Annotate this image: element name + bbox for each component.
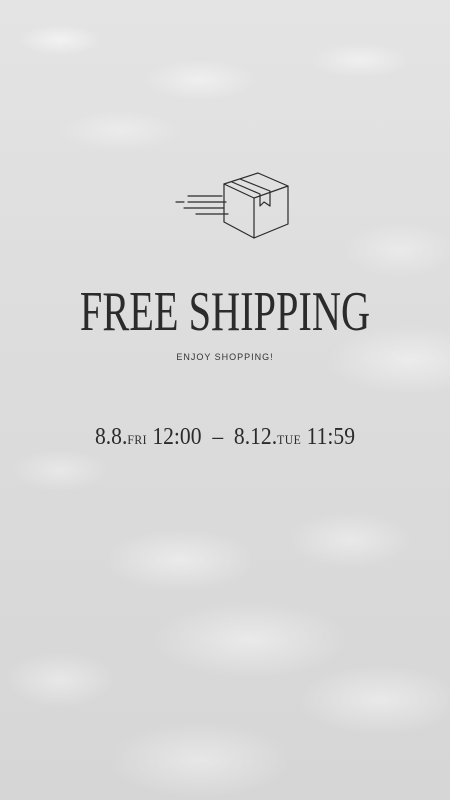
end-date: 8.12. (233, 424, 278, 450)
end-day: TUE (277, 432, 302, 447)
shipping-banner: FREE SHIPPING ENJOY SHOPPING! 8.8.FRI 12… (0, 0, 450, 800)
end-time: 11:59 (306, 424, 356, 450)
start-day: FRI (127, 432, 147, 447)
page-title: FREE SHIPPING (79, 281, 371, 343)
date-separator: – (212, 424, 224, 450)
start-date: 8.8. (94, 424, 128, 450)
subtitle: ENJOY SHOPPING! (176, 352, 274, 362)
fast-delivery-box-icon (175, 172, 289, 239)
start-time: 12:00 (152, 424, 202, 450)
promotion-period: 8.8.FRI 12:00 – 8.12.TUE 11:59 (23, 424, 428, 451)
